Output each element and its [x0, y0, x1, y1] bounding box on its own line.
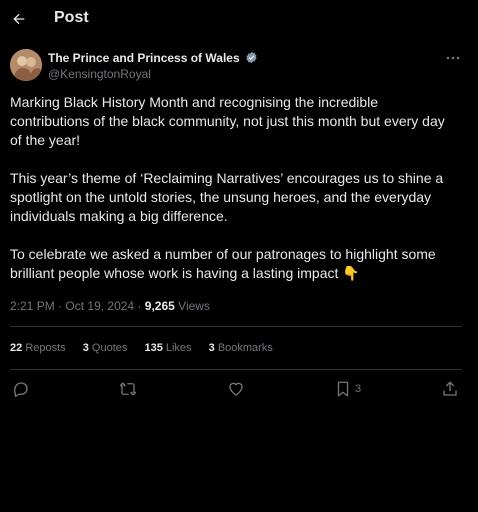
- handle[interactable]: @KensingtonRoyal: [48, 67, 151, 81]
- share-icon: [443, 381, 457, 396]
- divider: [10, 326, 462, 327]
- more-icon: [446, 56, 460, 60]
- likes-stat[interactable]: 135 Likes: [144, 342, 191, 354]
- bookmark-icon: [337, 381, 349, 397]
- tweet-paragraph: Marking Black History Month and recognis…: [10, 94, 445, 148]
- reposts-count: 22: [10, 342, 23, 354]
- tweet-time[interactable]: 2:21 PM: [10, 299, 55, 313]
- more-button[interactable]: [444, 51, 462, 65]
- like-button[interactable]: [227, 378, 245, 400]
- tweet-text: Marking Black History Month and recognis…: [10, 93, 460, 302]
- bookmarks-label: Bookmarks: [217, 342, 273, 354]
- repost-button[interactable]: [119, 378, 137, 400]
- reply-icon: [13, 382, 28, 398]
- views-label: Views: [178, 299, 210, 313]
- back-button[interactable]: [8, 8, 30, 30]
- display-name[interactable]: The Prince and Princess of Wales: [48, 51, 258, 65]
- meta-separator: ·: [137, 299, 142, 313]
- header: Post: [0, 0, 478, 38]
- divider: [10, 369, 462, 370]
- views-count: 9,265: [144, 299, 175, 313]
- bookmarks-stat[interactable]: 3 Bookmarks: [209, 342, 273, 354]
- reply-button[interactable]: [12, 378, 30, 400]
- display-name-text: The Prince and Princess of Wales: [48, 51, 240, 65]
- heart-icon: [229, 382, 243, 396]
- reposts-label: Reposts: [25, 342, 66, 354]
- tweet-paragraph: To celebrate we asked a number of our pa…: [10, 246, 436, 281]
- engagement-stats: 22 Reposts 3 Quotes 135 Likes 3 Bookmark…: [10, 342, 287, 354]
- repost-icon: [119, 382, 137, 396]
- author-row: The Prince and Princess of Wales @Kensin…: [10, 49, 466, 83]
- verified-badge-icon: [246, 51, 257, 64]
- bookmarks-count: 3: [208, 342, 215, 354]
- tweet-meta: 2:21 PM · Oct 19, 2024 · 9,265 Views: [10, 299, 210, 313]
- likes-count: 135: [144, 342, 163, 354]
- quotes-label: Quotes: [91, 342, 128, 354]
- bookmark-button[interactable]: 3: [334, 378, 361, 400]
- meta-separator: ·: [58, 299, 63, 313]
- action-bar: 3: [0, 378, 478, 400]
- bookmark-count: 3: [355, 383, 362, 395]
- likes-label: Likes: [165, 342, 192, 354]
- quotes-stat[interactable]: 3 Quotes: [83, 342, 128, 354]
- quotes-count: 3: [82, 342, 89, 354]
- tweet-date[interactable]: Oct 19, 2024: [65, 299, 134, 313]
- share-button[interactable]: [441, 378, 459, 400]
- arrow-left-icon: [13, 13, 25, 25]
- page-title: Post: [54, 9, 89, 26]
- avatar-image: [10, 49, 42, 81]
- reposts-stat[interactable]: 22 Reposts: [10, 342, 66, 354]
- tweet-paragraph: This year’s theme of ‘Reclaiming Narrati…: [10, 170, 444, 224]
- avatar[interactable]: [10, 49, 42, 81]
